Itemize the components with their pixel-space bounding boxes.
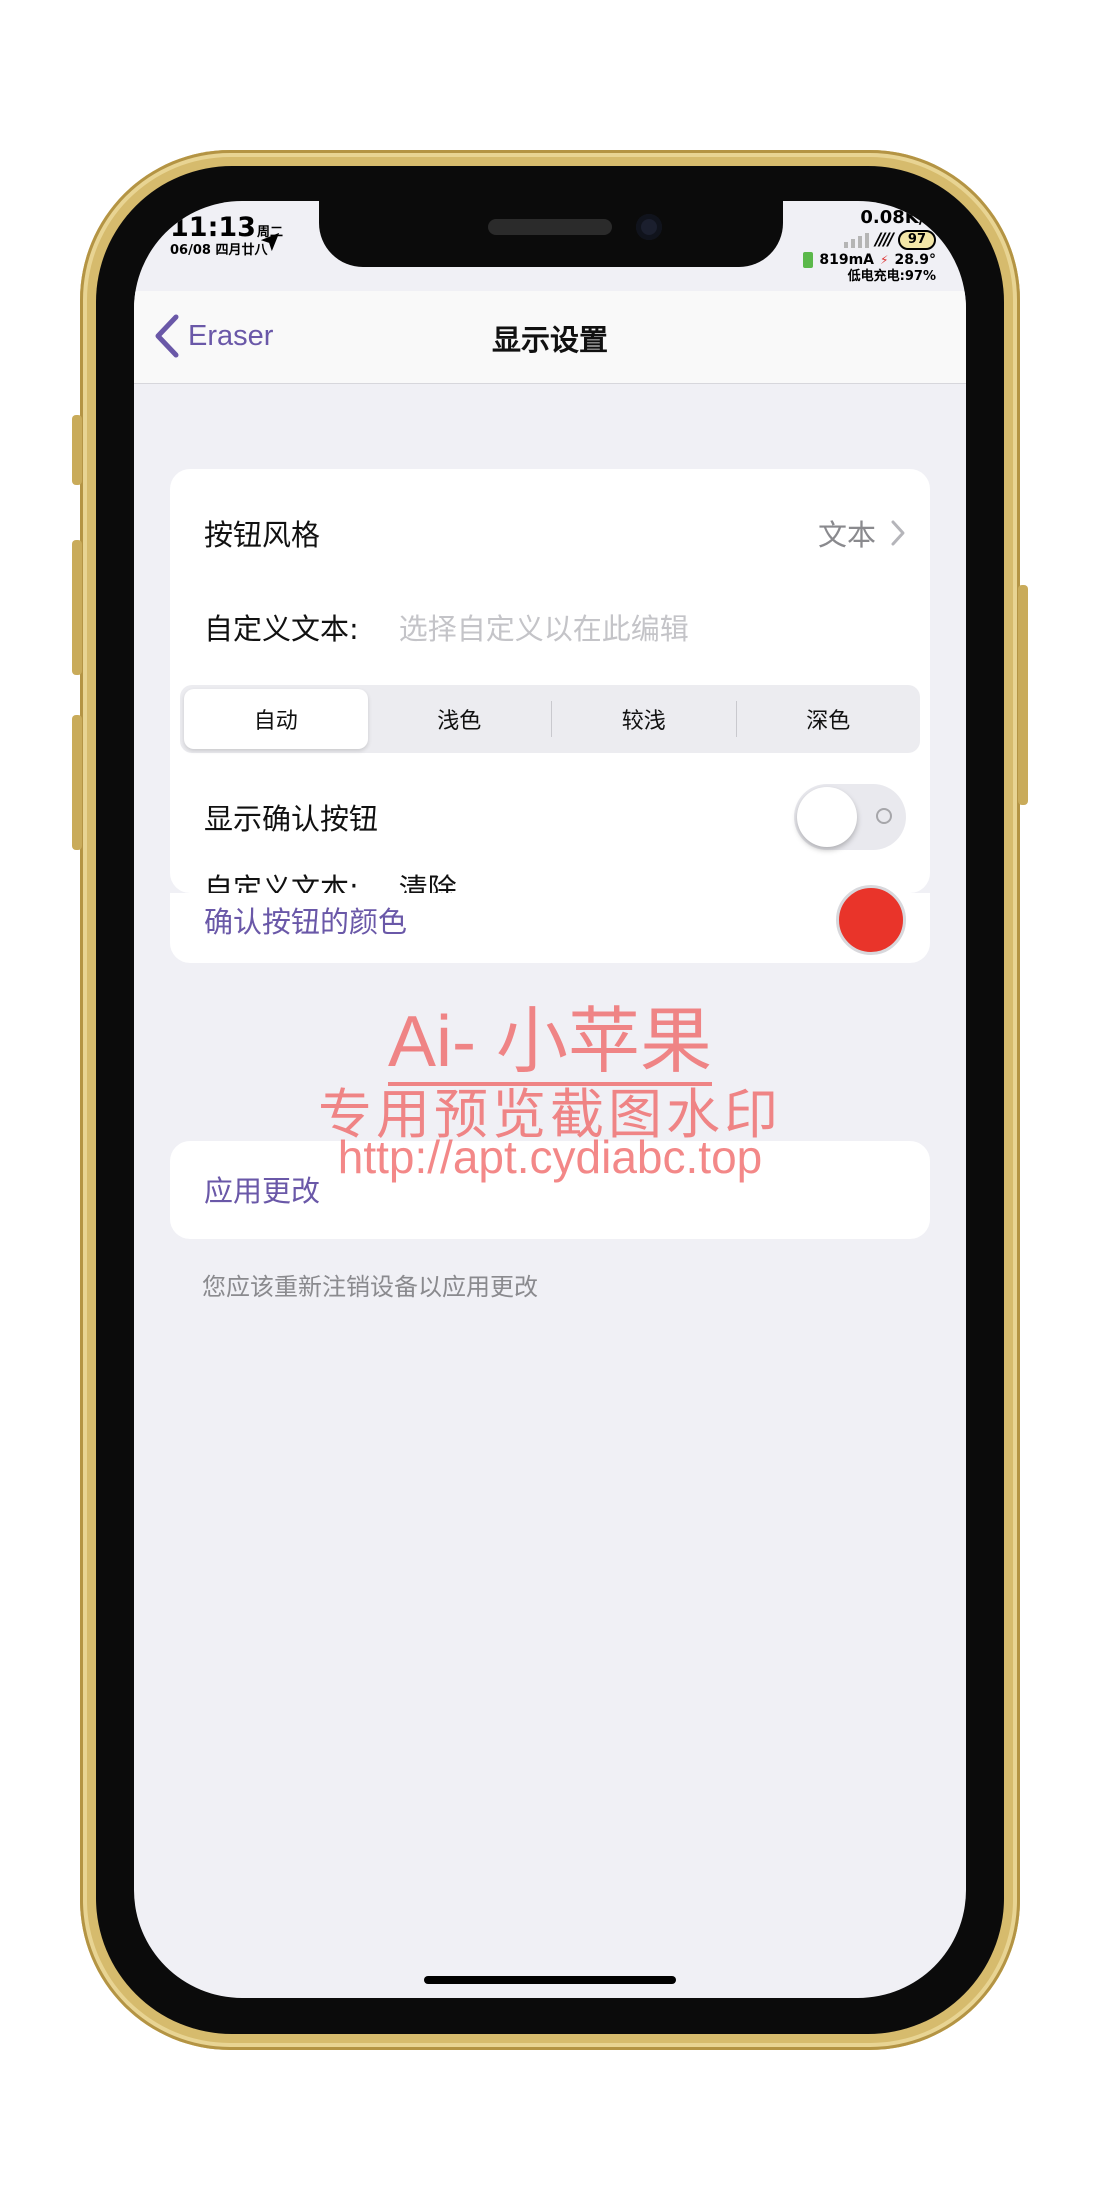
mute-switch	[72, 415, 82, 485]
status-time: 11:13	[170, 212, 256, 243]
confirm-color-swatch[interactable]	[836, 885, 906, 955]
confirm-color-card-bottom: 确认按钮的颜色	[170, 885, 930, 963]
home-indicator	[424, 1976, 676, 1984]
custom-text-row: 自定义文本: 选择自定义以在此编辑	[204, 597, 906, 657]
show-confirm-toggle[interactable]	[794, 784, 906, 850]
segment-dark[interactable]: 深色	[737, 689, 921, 749]
confirm-color-label: 确认按钮的颜色	[204, 905, 408, 939]
segment-auto[interactable]: 自动	[184, 689, 368, 749]
watermark-url: http://apt.cydiabc.top	[337, 1131, 763, 1183]
battery-badge: 97	[897, 230, 936, 250]
charging-plug-icon: ⚡	[880, 253, 889, 267]
wifi-slashes-icon: ////	[875, 230, 894, 250]
notch	[319, 201, 783, 267]
status-bar-right: 0.08K/s //// 97 819mA ⚡ 28.9° 低电充电:97%	[803, 207, 936, 285]
button-style-row[interactable]: 按钮风格 文本	[204, 503, 906, 563]
signal-bars-icon	[844, 232, 870, 248]
display-settings-card: 按钮风格 文本 自定义文本: 选择自定义以在此编辑 自动 浅色 较浅 深色 显示…	[170, 469, 930, 906]
show-confirm-row: 显示确认按钮	[204, 784, 906, 850]
custom-text-input[interactable]: 选择自定义以在此编辑	[399, 606, 689, 648]
volume-down-button	[72, 715, 82, 850]
appearance-segmented-control: 自动 浅色 较浅 深色	[180, 685, 920, 753]
battery-icon	[803, 252, 814, 268]
power-button	[1018, 585, 1028, 805]
charge-current: 819mA	[819, 252, 875, 268]
speaker-grille	[488, 219, 612, 235]
chevron-right-icon	[891, 520, 905, 546]
apply-footnote: 您应该重新注销设备以应用更改	[202, 1273, 538, 1301]
location-arrow-icon	[260, 232, 280, 252]
toggle-off-indicator	[876, 808, 892, 824]
show-confirm-label: 显示确认按钮	[204, 802, 379, 836]
custom-text-label: 自定义文本:	[204, 612, 359, 646]
segment-lighter[interactable]: 较浅	[552, 689, 736, 749]
button-style-value: 文本	[817, 518, 876, 552]
charge-status: 低电充电:97%	[847, 269, 936, 284]
segment-light[interactable]: 浅色	[368, 689, 552, 749]
net-speed: 0.08K/s	[860, 207, 936, 228]
button-style-label: 按钮风格	[204, 518, 321, 552]
toggle-knob	[797, 787, 857, 847]
navigation-bar: Eraser 显示设置	[134, 291, 966, 384]
battery-temperature: 28.9°	[894, 252, 936, 268]
volume-up-button	[72, 540, 82, 675]
front-camera	[636, 214, 662, 240]
confirm-color-row[interactable]: 确认按钮的颜色	[204, 885, 906, 955]
page-title: 显示设置	[491, 323, 608, 357]
